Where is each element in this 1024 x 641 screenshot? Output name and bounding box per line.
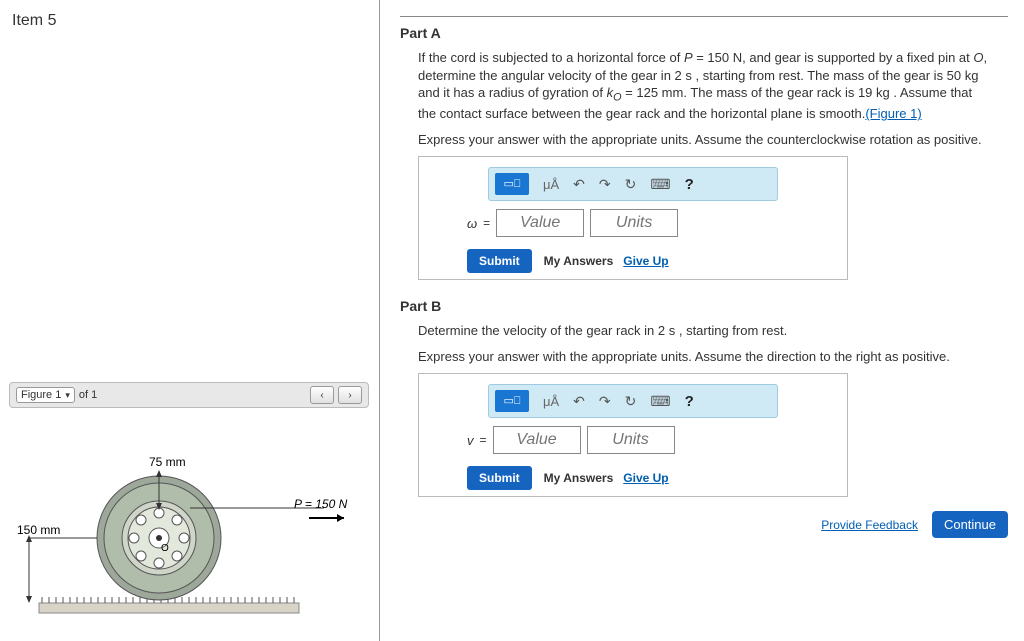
undo-icon[interactable]: ↶: [573, 176, 585, 193]
provide-feedback-link[interactable]: Provide Feedback: [821, 518, 918, 532]
part-a-heading: Part A: [400, 25, 1008, 41]
dim-150: 150 mm: [17, 523, 60, 537]
equals-a: =: [483, 216, 490, 230]
dim-P: P = 150 N: [294, 497, 348, 511]
figure-of-text: of 1: [79, 389, 97, 401]
figure-select[interactable]: Figure 1 ▾: [16, 387, 75, 403]
give-up-link-a[interactable]: Give Up: [623, 254, 668, 268]
part-b-instruct: Express your answer with the appropriate…: [400, 348, 990, 366]
help-button-b[interactable]: ?: [685, 393, 694, 410]
keyboard-icon[interactable]: ⌨: [650, 176, 670, 193]
figure-link[interactable]: (Figure 1): [865, 106, 921, 121]
continue-button[interactable]: Continue: [932, 511, 1008, 538]
var-label-omega: ω: [467, 216, 477, 231]
equals-b: =: [480, 433, 487, 447]
template-icon-b[interactable]: ▭⎕: [495, 390, 529, 412]
dim-75: 75 mm: [149, 455, 186, 469]
caret-icon: ▾: [65, 390, 70, 401]
my-answers-b: My Answers: [544, 471, 614, 485]
units-mu-button-b[interactable]: μÅ: [543, 394, 559, 409]
figure-prev-button[interactable]: ‹: [310, 386, 334, 404]
units-mu-button[interactable]: μÅ: [543, 177, 559, 192]
answer-panel-a: ▭⎕ μÅ ↶ ↷ ↻ ⌨ ? ω = Submit My Answers Gi…: [418, 156, 848, 280]
give-up-link-b[interactable]: Give Up: [623, 471, 668, 485]
figure-next-button[interactable]: ›: [338, 386, 362, 404]
keyboard-icon-b[interactable]: ⌨: [650, 393, 670, 410]
part-a-instruct: Express your answer with the appropriate…: [400, 131, 990, 149]
answer-panel-b: ▭⎕ μÅ ↶ ↷ ↻ ⌨ ? v = Submit My Answers Gi…: [418, 373, 848, 497]
my-answers-a: My Answers: [544, 254, 614, 268]
help-button[interactable]: ?: [685, 176, 694, 193]
format-toolbar-a: ▭⎕ μÅ ↶ ↷ ↻ ⌨ ?: [488, 167, 778, 201]
reset-icon-b[interactable]: ↻: [625, 393, 637, 410]
figure-header: Figure 1 ▾ of 1 ‹ ›: [9, 382, 369, 408]
item-title: Item 5: [4, 8, 379, 34]
reset-icon[interactable]: ↻: [625, 176, 637, 193]
units-input-a[interactable]: [590, 209, 678, 237]
units-input-b[interactable]: [587, 426, 675, 454]
figure-select-label: Figure 1: [21, 389, 61, 401]
submit-button-b[interactable]: Submit: [467, 466, 532, 490]
redo-icon-b[interactable]: ↷: [599, 393, 611, 410]
part-b-heading: Part B: [400, 298, 1008, 314]
template-icon[interactable]: ▭⎕: [495, 173, 529, 195]
format-toolbar-b: ▭⎕ μÅ ↶ ↷ ↻ ⌨ ?: [488, 384, 778, 418]
var-label-v: v: [467, 433, 474, 448]
value-input-a[interactable]: [496, 209, 584, 237]
redo-icon[interactable]: ↷: [599, 176, 611, 193]
figure-image: 75 mm 150 mm P = 150 N O: [9, 408, 379, 628]
part-a-prompt: If the cord is subjected to a horizontal…: [400, 49, 990, 123]
value-input-b[interactable]: [493, 426, 581, 454]
svg-text:O: O: [161, 543, 169, 554]
part-b-prompt: Determine the velocity of the gear rack …: [400, 322, 990, 340]
undo-icon-b[interactable]: ↶: [573, 393, 585, 410]
submit-button-a[interactable]: Submit: [467, 249, 532, 273]
